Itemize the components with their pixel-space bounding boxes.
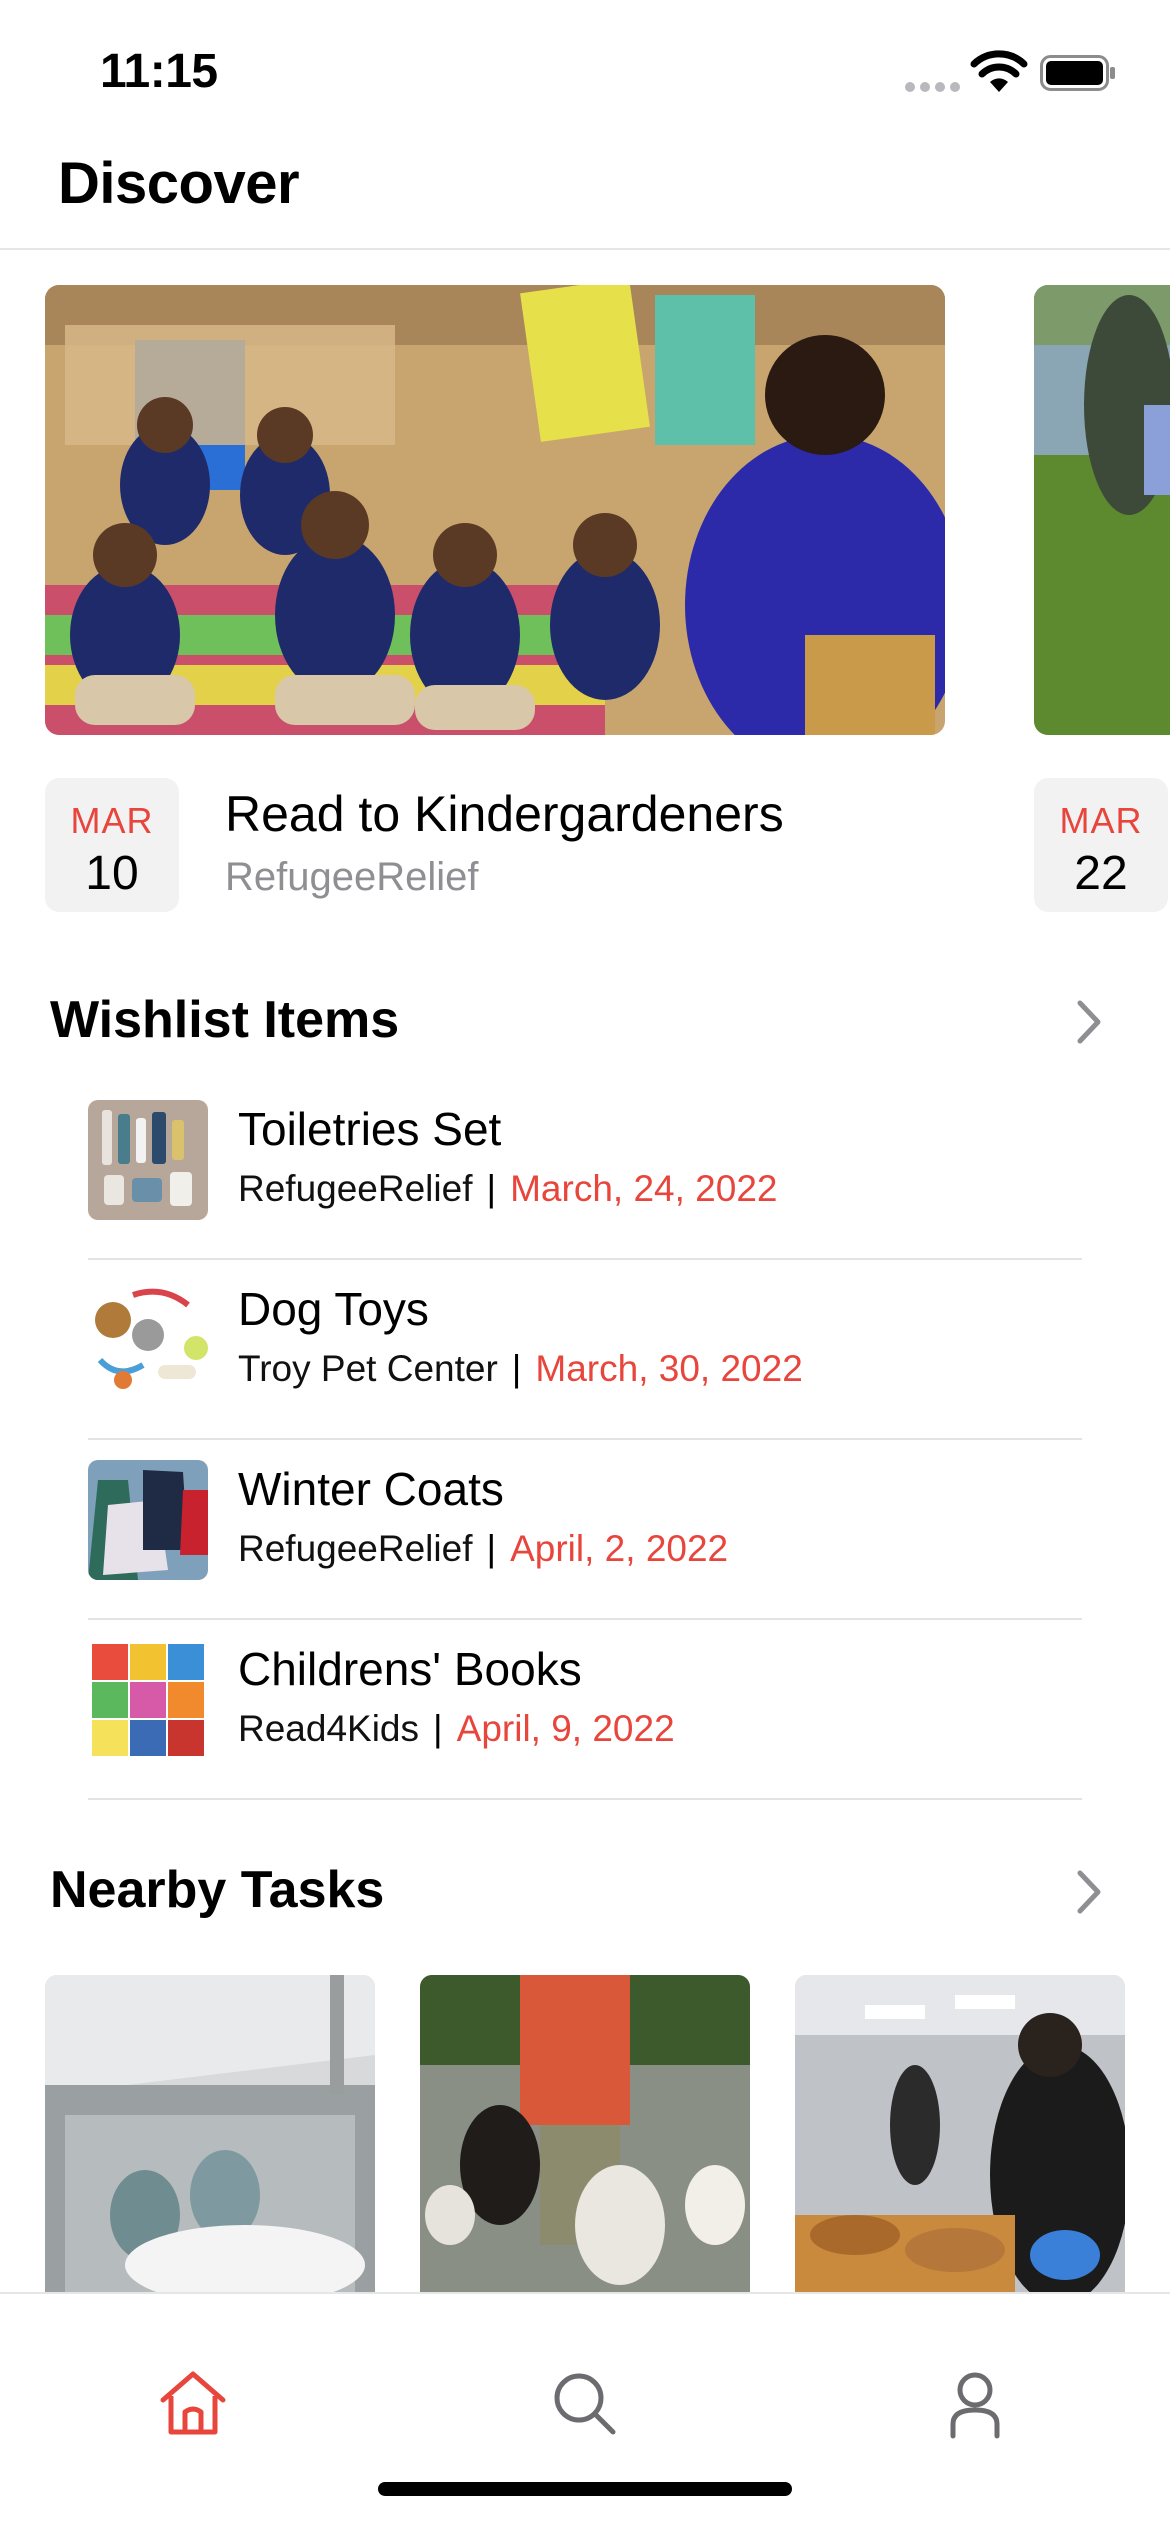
wishlist-section-title: Wishlist Items bbox=[50, 991, 400, 1049]
header-divider bbox=[0, 248, 1170, 250]
event-date-month: MAR bbox=[70, 800, 154, 841]
cellular-signal-icon bbox=[905, 82, 960, 92]
event-title[interactable]: Read to Kindergardeners bbox=[225, 785, 784, 843]
event-organization: RefugeeRelief bbox=[225, 855, 479, 899]
task-card[interactable] bbox=[795, 1975, 1125, 2295]
wishlist-item[interactable]: Toiletries Set RefugeeRelief | March, 24, … bbox=[88, 1080, 1082, 1260]
wishlist-item-meta: Read4Kids | April, 9, 2022 bbox=[238, 1708, 675, 1750]
home-icon[interactable] bbox=[153, 2364, 233, 2444]
wishlist-item-separator: | bbox=[433, 1708, 443, 1749]
wishlist-list: Toiletries Set RefugeeRelief | March, 24, … bbox=[88, 1080, 1082, 1800]
profile-icon[interactable] bbox=[935, 2364, 1015, 2444]
wishlist-item-organization: RefugeeRelief bbox=[238, 1528, 473, 1569]
wishlist-item-thumbnail bbox=[88, 1280, 208, 1400]
wishlist-item-separator: | bbox=[486, 1528, 497, 1569]
wishlist-item-meta: RefugeeRelief | March, 24, 2022 bbox=[238, 1168, 778, 1210]
page-title: Discover bbox=[58, 151, 300, 216]
event-image[interactable] bbox=[45, 285, 945, 735]
nearby-tasks-row bbox=[45, 1975, 1170, 2295]
wishlist-item-separator: | bbox=[511, 1348, 522, 1389]
wishlist-item[interactable]: Childrens' Books Read4Kids | April, 9, 202… bbox=[88, 1620, 1082, 1800]
wishlist-item-thumbnail bbox=[88, 1100, 208, 1220]
event-date-day: 22 bbox=[1074, 847, 1128, 900]
wishlist-item-date: April, 2, 2022 bbox=[510, 1528, 729, 1569]
status-bar: 11:15 bbox=[0, 0, 1170, 150]
event-date-box: MAR 10 bbox=[45, 778, 179, 912]
nearby-tasks-see-all-chevron-icon[interactable] bbox=[1070, 1865, 1110, 1919]
home-indicator bbox=[378, 2482, 792, 2496]
event-image[interactable] bbox=[1034, 285, 1170, 735]
event-date-month: MAR bbox=[1059, 800, 1143, 841]
wishlist-item-meta: RefugeeRelief | April, 2, 2022 bbox=[238, 1528, 728, 1570]
wishlist-item-name: Winter Coats bbox=[238, 1463, 504, 1515]
wishlist-item-name: Childrens' Books bbox=[238, 1643, 582, 1695]
battery-icon bbox=[1040, 55, 1115, 91]
task-card[interactable] bbox=[45, 1975, 375, 2295]
wishlist-item-name: Dog Toys bbox=[238, 1283, 429, 1335]
wishlist-item-organization: Read4Kids bbox=[238, 1708, 420, 1749]
wishlist-see-all-chevron-icon[interactable] bbox=[1070, 995, 1110, 1049]
task-card[interactable] bbox=[420, 1975, 750, 2295]
event-date-box: MAR 22 bbox=[1034, 778, 1168, 912]
wishlist-item[interactable]: Winter Coats RefugeeRelief | April, 2, 202… bbox=[88, 1440, 1082, 1620]
wifi-icon bbox=[970, 50, 1028, 92]
event-date-day: 10 bbox=[85, 847, 139, 900]
featured-events-carousel[interactable]: MAR 10 Read to Kindergardeners RefugeeRe… bbox=[0, 285, 1170, 925]
wishlist-item-organization: RefugeeRelief bbox=[238, 1168, 473, 1209]
wishlist-item-separator: | bbox=[486, 1168, 497, 1209]
wishlist-item-organization: Troy Pet Center bbox=[238, 1348, 498, 1389]
discover-screen: 11:15 Discover MAR 10 Read to Kindergard… bbox=[0, 0, 1170, 2532]
wishlist-item-meta: Troy Pet Center | March, 30, 2022 bbox=[238, 1348, 803, 1390]
search-icon[interactable] bbox=[545, 2364, 625, 2444]
tab-bar bbox=[0, 2292, 1170, 2532]
wishlist-item-date: April, 9, 2022 bbox=[456, 1708, 675, 1749]
nearby-tasks-section-title: Nearby Tasks bbox=[50, 1861, 385, 1919]
wishlist-item-date: March, 30, 2022 bbox=[535, 1348, 803, 1389]
wishlist-item-date: March, 24, 2022 bbox=[510, 1168, 778, 1209]
wishlist-item[interactable]: Dog Toys Troy Pet Center | March, 30, 2022 bbox=[88, 1260, 1082, 1440]
wishlist-item-name: Toiletries Set bbox=[238, 1103, 502, 1155]
wishlist-item-thumbnail bbox=[88, 1640, 208, 1760]
status-time: 11:15 bbox=[100, 45, 218, 98]
wishlist-item-thumbnail bbox=[88, 1460, 208, 1580]
